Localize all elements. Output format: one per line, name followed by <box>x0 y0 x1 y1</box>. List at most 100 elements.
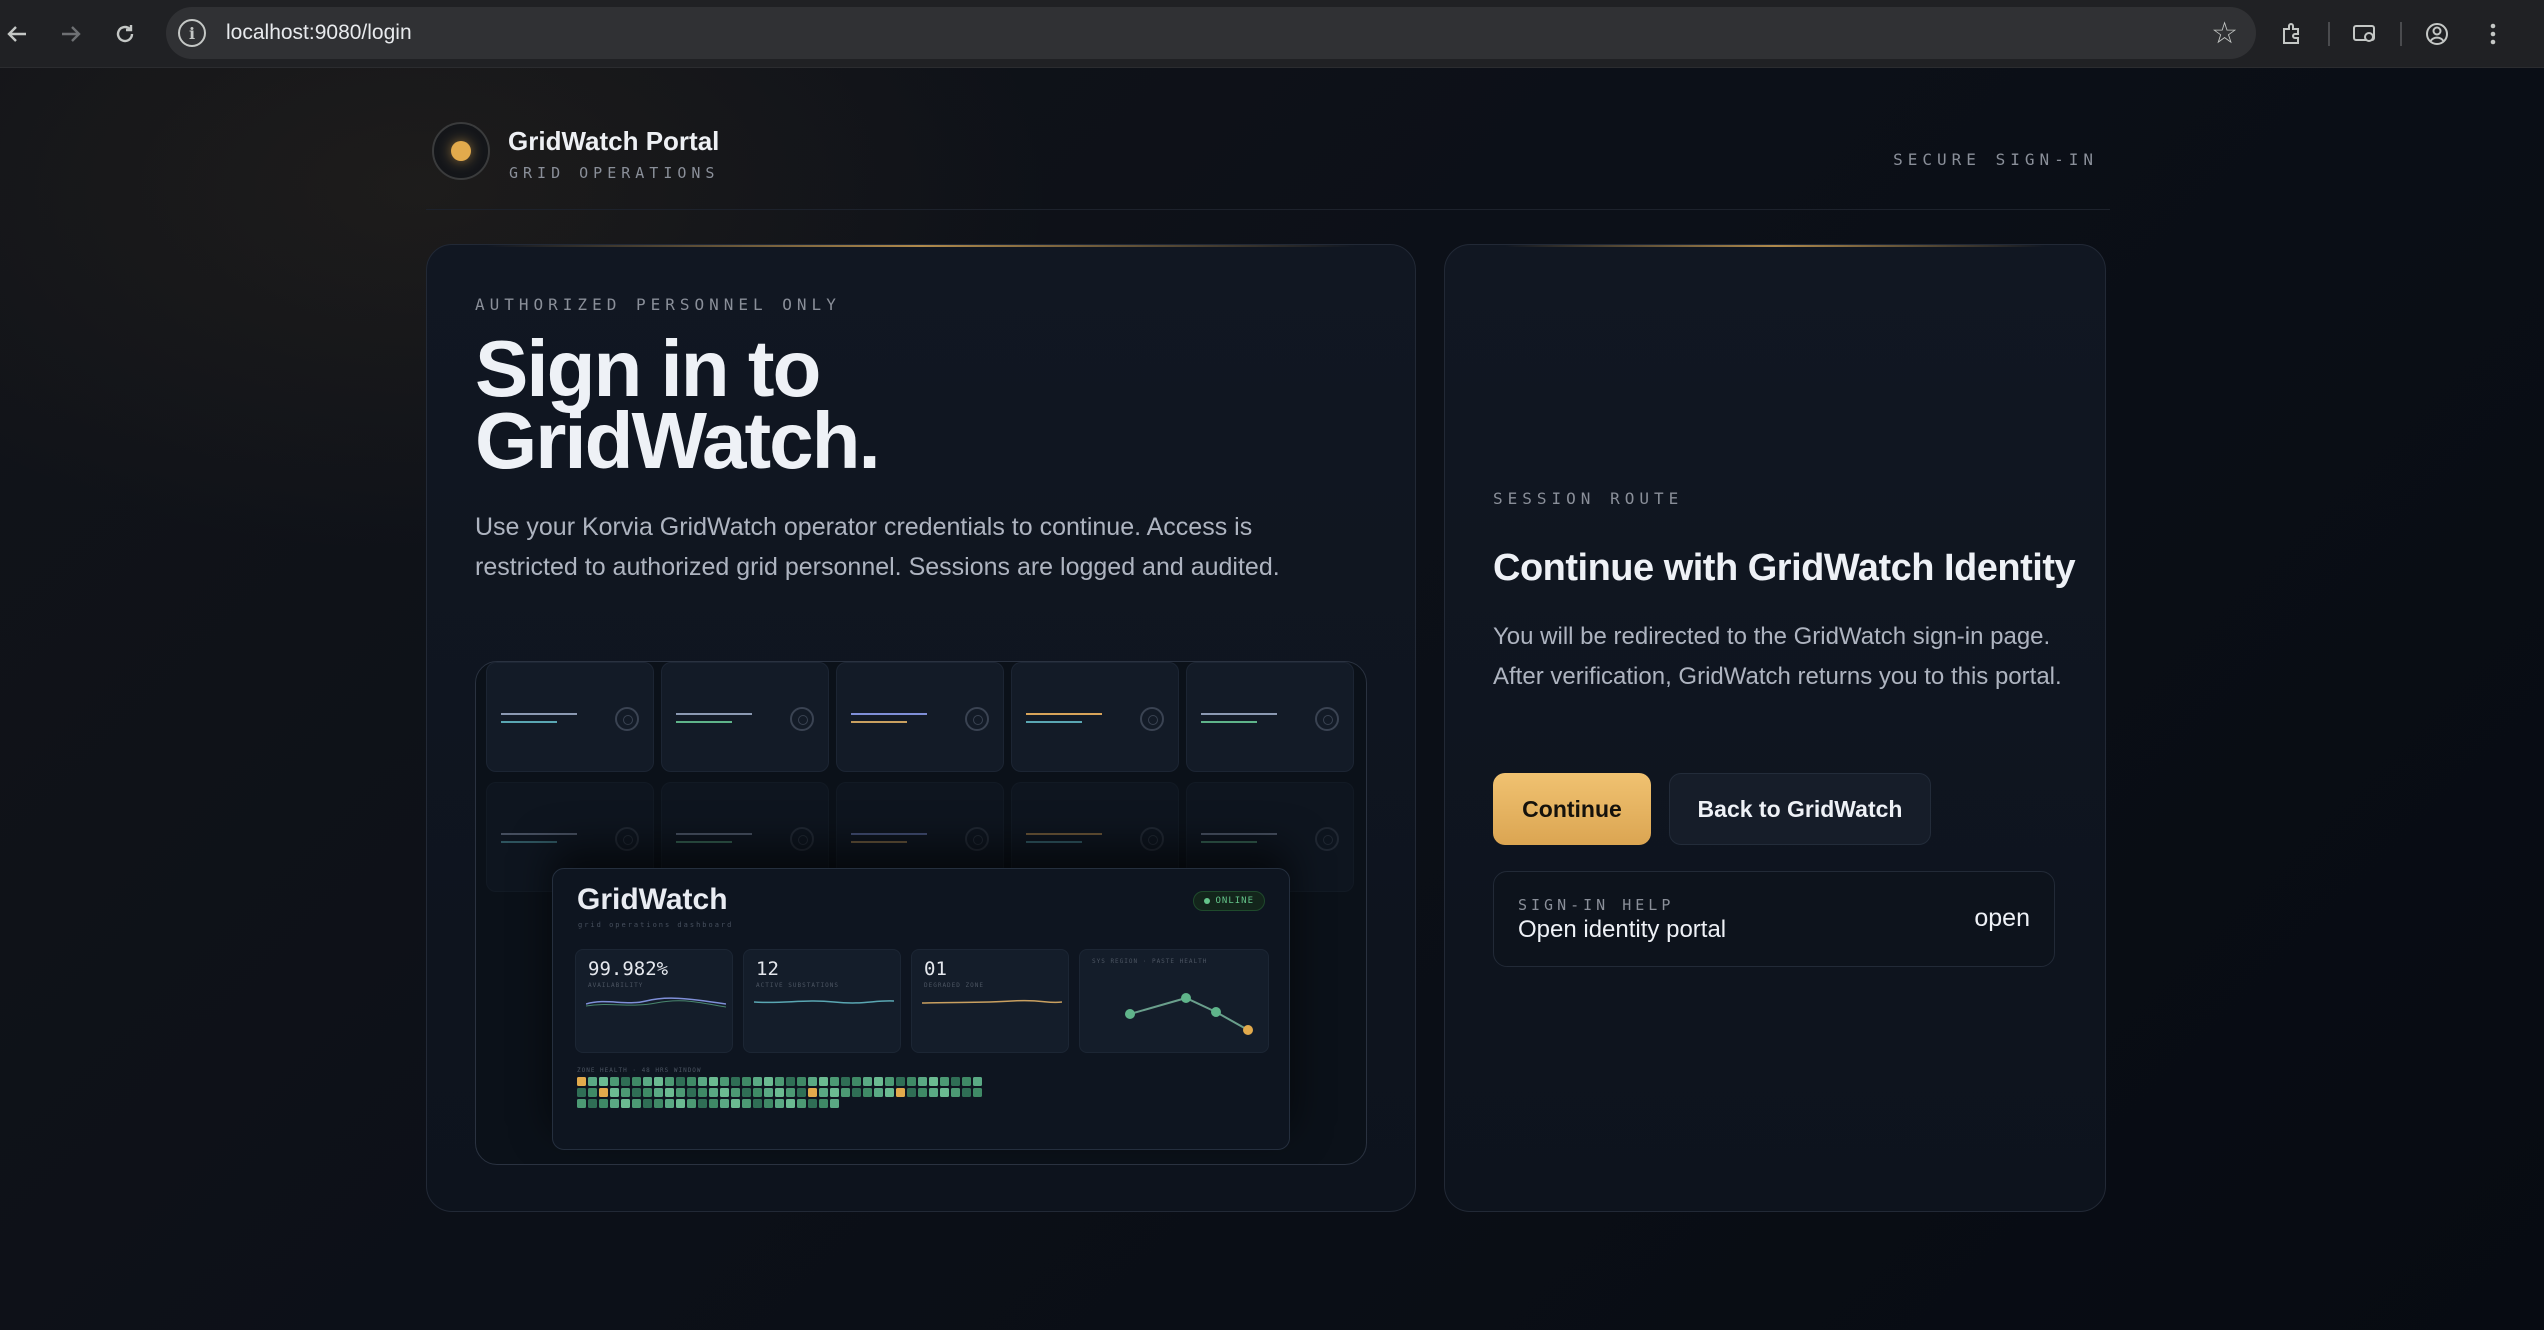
heatmap-cell <box>742 1088 751 1097</box>
heatmap-cell <box>764 1077 773 1086</box>
preview-dashboard-title: GridWatch <box>577 883 728 916</box>
back-to-gridwatch-button[interactable]: Back to GridWatch <box>1669 773 1931 845</box>
heatmap-cell <box>786 1099 795 1108</box>
online-dot-icon <box>1204 898 1211 904</box>
heatmap-cell <box>841 1077 850 1086</box>
sign-in-help-label: SIGN-IN HELP <box>1518 896 1675 914</box>
media-router-icon[interactable] <box>2344 13 2386 55</box>
heatmap-cell <box>731 1077 740 1086</box>
bookmark-star-icon[interactable]: ☆ <box>2211 16 2238 51</box>
heatmap-cell <box>698 1099 707 1108</box>
heatmap-cell <box>885 1088 894 1097</box>
kpi-value: 01 <box>924 958 947 980</box>
intro-copy: Use your Korvia GridWatch operator crede… <box>475 513 1280 581</box>
menu-kebab-icon[interactable] <box>2472 13 2514 55</box>
site-header: GridWatch Portal GRID OPERATIONS SECURE … <box>426 120 2110 210</box>
kpi-label: DEGRADED ZONE <box>924 982 984 989</box>
heatmap-cell <box>819 1077 828 1086</box>
heatmap-cell <box>577 1088 586 1097</box>
heatmap-cell <box>775 1099 784 1108</box>
heatmap-cell <box>797 1077 806 1086</box>
site-info-icon[interactable]: i <box>178 19 206 47</box>
heatmap-cell <box>654 1088 663 1097</box>
heatmap-cell <box>863 1088 872 1097</box>
heatmap-cell <box>973 1088 982 1097</box>
profile-icon[interactable] <box>2416 13 2458 55</box>
heatmap-cell <box>709 1099 718 1108</box>
continue-button[interactable]: Continue <box>1493 773 1651 845</box>
heatmap-cell <box>621 1099 630 1108</box>
heatmap-cell <box>819 1088 828 1097</box>
heatmap-cell <box>753 1088 762 1097</box>
identity-copy: You will be redirected to the GridWatch … <box>1493 623 2062 690</box>
heatmap-cell <box>577 1099 586 1108</box>
heatmap-cell <box>643 1088 652 1097</box>
heatmap-cell <box>808 1099 817 1108</box>
heatmap-cell <box>599 1099 608 1108</box>
login-page: GridWatch Portal GRID OPERATIONS SECURE … <box>0 68 2544 1330</box>
heatmap-cell <box>764 1088 773 1097</box>
page-title: Sign in to GridWatch. <box>475 329 1275 481</box>
heatmap-cell <box>830 1077 839 1086</box>
brand-subtitle: GRID OPERATIONS <box>509 164 720 182</box>
brand-name[interactable]: GridWatch Portal <box>508 126 719 157</box>
heatmap-cell <box>896 1077 905 1086</box>
authorized-eyebrow: AUTHORIZED PERSONNEL ONLY <box>475 295 841 314</box>
kpi-region-chart: SYS REGION · PASTE HEALTH <box>1079 949 1269 1053</box>
heatmap-cell <box>852 1077 861 1086</box>
kpi-active-substations: 12 ACTIVE SUBSTATIONS <box>743 949 901 1053</box>
preview-tile <box>1186 662 1354 772</box>
heatmap-cell <box>852 1088 861 1097</box>
kpi-availability: 99.982% AVAILABILITY <box>575 949 733 1053</box>
heatmap-cell <box>808 1077 817 1086</box>
heatmap-cell <box>929 1077 938 1086</box>
heatmap-cell <box>775 1077 784 1086</box>
online-status-text: ONLINE <box>1215 896 1254 906</box>
heatmap-cell <box>577 1077 586 1086</box>
heatmap-cell <box>808 1088 817 1097</box>
heatmap-cell <box>709 1088 718 1097</box>
heatmap-cell <box>588 1088 597 1097</box>
back-icon[interactable] <box>0 13 38 55</box>
forward-icon[interactable] <box>50 13 92 55</box>
heatmap-cell <box>753 1077 762 1086</box>
heatmap-cell <box>676 1088 685 1097</box>
heatmap-cell <box>698 1077 707 1086</box>
heatmap-cell <box>676 1099 685 1108</box>
heatmap-cell <box>676 1077 685 1086</box>
heatmap-cell <box>797 1088 806 1097</box>
heatmap-cell <box>588 1099 597 1108</box>
address-bar[interactable]: i localhost:9080/login ☆ <box>166 7 2256 59</box>
preview-dashboard-window: GridWatch grid operations dashboard ONLI… <box>552 868 1290 1150</box>
heatmap-cell <box>775 1088 784 1097</box>
sign-in-help-text: Open identity portal <box>1518 916 1727 943</box>
heatmap-cell <box>621 1077 630 1086</box>
heatmap-cell <box>797 1099 806 1108</box>
heatmap-cell <box>830 1099 839 1108</box>
heatmap-cell <box>665 1077 674 1086</box>
sign-in-help-row[interactable]: SIGN-IN HELP Open identity portal open <box>1493 871 2055 967</box>
heatmap-cell <box>731 1099 740 1108</box>
heatmap-cell <box>764 1099 773 1108</box>
heatmap-cell <box>665 1099 674 1108</box>
heatmap-cell <box>753 1099 762 1108</box>
heatmap-cell <box>742 1099 751 1108</box>
heatmap-cell <box>907 1077 916 1086</box>
brand-logo-icon[interactable] <box>432 122 490 180</box>
heatmap-cell <box>929 1088 938 1097</box>
heatmap-cell <box>632 1088 641 1097</box>
heatmap-cell <box>731 1088 740 1097</box>
heatmap-cell <box>874 1088 883 1097</box>
open-identity-portal-link[interactable]: open <box>1974 904 2030 933</box>
heatmap-cell <box>621 1088 630 1097</box>
extensions-icon[interactable] <box>2272 13 2314 55</box>
preview-tile <box>486 662 654 772</box>
heatmap-cell <box>599 1077 608 1086</box>
heatmap-cell <box>665 1088 674 1097</box>
reload-icon[interactable] <box>104 13 146 55</box>
heatmap-cell <box>830 1088 839 1097</box>
page-title-line-2: GridWatch. <box>475 396 881 485</box>
heatmap-cell <box>841 1088 850 1097</box>
heatmap-cell <box>786 1077 795 1086</box>
heatmap-cell <box>973 1077 982 1086</box>
